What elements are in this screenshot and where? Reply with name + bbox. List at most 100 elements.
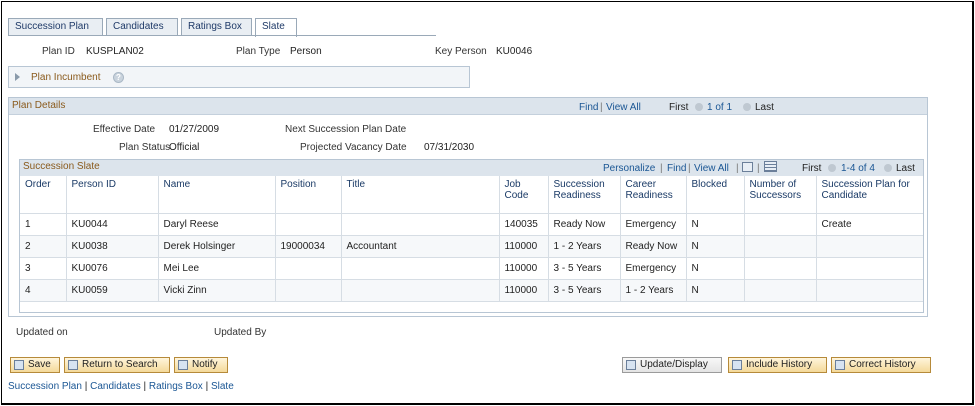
column-header-position[interactable]: Position [274, 176, 341, 214]
notify-label: Notify [192, 359, 218, 370]
slate-separator-3: | [736, 163, 739, 174]
position-cell [274, 257, 341, 280]
include-history-icon [732, 360, 742, 370]
position-cell: 19000034 [274, 235, 341, 258]
slate-next-icon[interactable] [884, 164, 892, 172]
bottom-separator: | [205, 381, 209, 392]
career-readiness-cell: 1 - 2 Years [619, 279, 686, 302]
return-to-search-button[interactable]: Return to Search [64, 357, 170, 373]
succession-readiness-cell: 1 - 2 Years [547, 235, 620, 258]
slate-prev-icon[interactable] [828, 164, 836, 172]
correct-history-button[interactable]: Correct History [831, 357, 931, 373]
successors-cell [743, 257, 816, 280]
correct-history-icon [835, 360, 845, 370]
notify-button[interactable]: Notify [174, 357, 228, 373]
person-id-cell: KU0076 [65, 257, 158, 280]
name-link[interactable]: Derek Holsinger [157, 235, 275, 258]
details-first-label: First [669, 102, 689, 113]
table-row: 2 KU0038 Derek Holsinger 19000034 Accoun… [20, 235, 923, 258]
tab-candidates[interactable]: Candidates [106, 18, 178, 36]
details-prev-icon[interactable] [695, 103, 703, 111]
name-link[interactable]: Mei Lee [157, 257, 275, 280]
blocked-cell: N [685, 235, 744, 258]
plan-incumbent-label[interactable]: Plan Incumbent [31, 72, 101, 83]
plan-id-value: KUSPLAN02 [86, 46, 144, 57]
job-code-cell: 110000 [498, 235, 548, 258]
blocked-cell: N [685, 213, 744, 236]
position-cell [274, 279, 341, 302]
plan-details-section: Plan Details Find | View All First 1 of … [8, 97, 928, 317]
column-header-title[interactable]: Title [340, 176, 499, 214]
plan-for-candidate-cell [815, 279, 923, 302]
create-plan-link[interactable]: Create [815, 213, 923, 236]
slate-count: 1-4 of 4 [841, 163, 875, 174]
column-header-number-of-successors[interactable]: Number of Successors [743, 176, 816, 214]
expand-arrow-icon[interactable] [15, 73, 20, 81]
slate-title: Succession Slate [23, 161, 100, 172]
order-cell: 3 [20, 257, 66, 280]
successors-cell [743, 235, 816, 258]
job-code-cell: 110000 [498, 279, 548, 302]
person-id-cell: KU0059 [65, 279, 158, 302]
column-header-blocked[interactable]: Blocked [685, 176, 744, 214]
title-cell [340, 213, 499, 236]
career-readiness-cell: Emergency [619, 213, 686, 236]
tab-ratings-box[interactable]: Ratings Box [181, 18, 252, 36]
help-icon[interactable]: ? [113, 72, 124, 83]
title-cell [340, 279, 499, 302]
career-readiness-cell: Ready Now [619, 235, 686, 258]
plan-details-title: Plan Details [12, 100, 66, 111]
blocked-cell: N [685, 279, 744, 302]
personalize-link[interactable]: Personalize [603, 163, 655, 174]
bottom-link-slate[interactable]: Slate [211, 381, 234, 392]
plan-id-label: Plan ID [42, 46, 75, 57]
slate-header: Succession Slate Personalize | Find | Vi… [20, 160, 923, 176]
column-header-career-readiness[interactable]: Career Readiness [619, 176, 686, 214]
job-code-cell: 110000 [498, 257, 548, 280]
key-person-label: Key Person [435, 46, 487, 57]
column-header-plan-for-candidate[interactable]: Succession Plan for Candidate [815, 176, 923, 214]
name-link[interactable]: Daryl Reese [157, 213, 275, 236]
column-header-job-code[interactable]: Job Code [498, 176, 548, 214]
order-cell: 1 [20, 213, 66, 236]
slate-view-all-link[interactable]: View All [694, 163, 729, 174]
plan-status-value: Official [169, 142, 200, 153]
position-cell [274, 213, 341, 236]
successors-cell [743, 213, 816, 236]
slate-find-link[interactable]: Find [667, 163, 686, 174]
details-separator: | [600, 102, 603, 113]
tab-divider [8, 35, 436, 36]
succession-slate-grid: Succession Slate Personalize | Find | Vi… [19, 159, 924, 313]
update-display-label: Update/Display [640, 359, 708, 370]
plan-incumbent-section[interactable]: Plan Incumbent ? [8, 66, 470, 88]
column-header-person-id[interactable]: Person ID [65, 176, 158, 214]
new-window-icon[interactable] [742, 162, 753, 172]
download-grid-icon[interactable] [764, 161, 777, 172]
slate-first-label: First [802, 163, 822, 174]
column-header-succession-readiness[interactable]: Succession Readiness [547, 176, 620, 214]
bottom-nav: Succession Plan | Candidates | Ratings B… [8, 381, 234, 392]
update-display-button[interactable]: Update/Display [622, 357, 722, 373]
page-frame: Succession Plan Candidates Ratings Box S… [1, 1, 974, 405]
include-history-button[interactable]: Include History [728, 357, 827, 373]
column-header-order[interactable]: Order [20, 176, 66, 214]
save-button-label: Save [28, 359, 51, 370]
notify-icon [178, 360, 188, 370]
successors-cell [743, 279, 816, 302]
bottom-link-ratings-box[interactable]: Ratings Box [149, 381, 203, 392]
tab-succession-plan[interactable]: Succession Plan [8, 18, 103, 36]
column-header-name[interactable]: Name [157, 176, 275, 214]
table-header-row: Order Person ID Name Position Title Job … [20, 176, 923, 214]
bottom-link-succession-plan[interactable]: Succession Plan [8, 381, 82, 392]
projected-vacancy-label: Projected Vacancy Date [300, 142, 407, 153]
save-button[interactable]: Save [10, 357, 60, 373]
details-view-all-link[interactable]: View All [606, 102, 641, 113]
bottom-link-candidates[interactable]: Candidates [90, 381, 141, 392]
details-find-link[interactable]: Find [579, 102, 598, 113]
bottom-separator: | [84, 381, 88, 392]
plan-for-candidate-cell [815, 235, 923, 258]
slate-table: Order Person ID Name Position Title Job … [20, 176, 923, 302]
name-link[interactable]: Vicki Zinn [157, 279, 275, 302]
include-history-label: Include History [746, 359, 813, 370]
details-next-icon[interactable] [743, 103, 751, 111]
